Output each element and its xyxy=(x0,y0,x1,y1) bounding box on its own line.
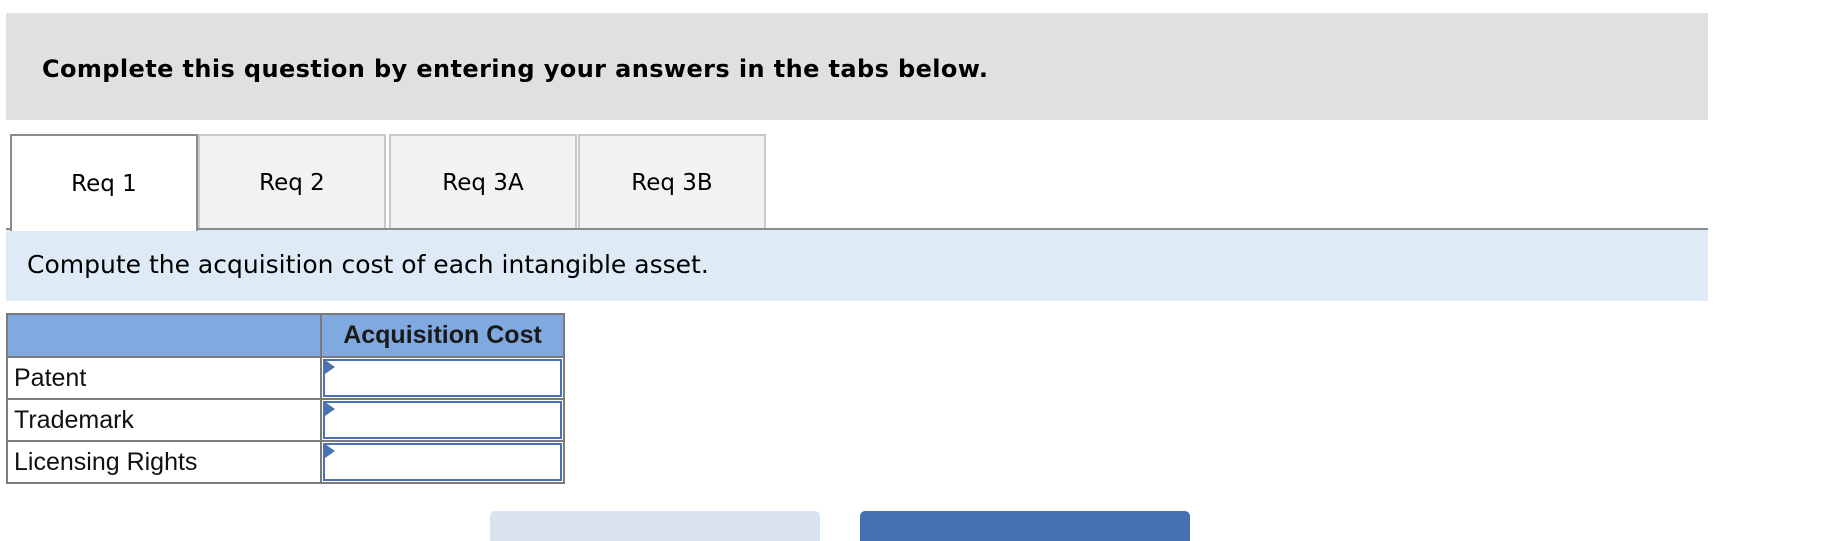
patent-cost-input[interactable] xyxy=(325,361,560,395)
column-header-acquisition-cost: Acquisition Cost xyxy=(320,313,565,358)
input-frame xyxy=(323,443,562,481)
requirement-prompt: Compute the acquisition cost of each int… xyxy=(27,250,709,279)
tab-req-3a[interactable]: Req 3A xyxy=(389,134,577,229)
input-marker-icon xyxy=(325,360,335,374)
column-header-item xyxy=(6,313,322,358)
row-label: Licensing Rights xyxy=(6,440,322,484)
table-row-trademark: Trademark xyxy=(6,398,565,442)
input-marker-icon xyxy=(325,402,335,416)
question-instruction: Complete this question by entering your … xyxy=(42,55,989,83)
input-frame xyxy=(323,401,562,439)
input-frame xyxy=(323,359,562,397)
requirement-prompt-bar: Compute the acquisition cost of each int… xyxy=(6,230,1708,301)
tab-label: Req 3A xyxy=(442,169,524,196)
row-label: Patent xyxy=(6,356,322,400)
acquisition-cost-cell xyxy=(320,440,565,484)
tab-label: Req 1 xyxy=(71,170,137,197)
tab-req-2[interactable]: Req 2 xyxy=(198,134,386,229)
row-label: Trademark xyxy=(6,398,322,442)
tab-req-3b[interactable]: Req 3B xyxy=(578,134,766,229)
question-header: Complete this question by entering your … xyxy=(6,13,1708,120)
licensing-rights-cost-input[interactable] xyxy=(325,445,560,479)
acquisition-cost-table: Acquisition Cost Patent Trademark Licens… xyxy=(6,313,565,484)
tab-label: Req 2 xyxy=(259,169,325,196)
previous-requirement-button[interactable] xyxy=(490,511,820,541)
next-requirement-button[interactable] xyxy=(860,511,1190,541)
input-marker-icon xyxy=(325,444,335,458)
table-row-patent: Patent xyxy=(6,356,565,400)
tab-label: Req 3B xyxy=(631,169,713,196)
table-header-row: Acquisition Cost xyxy=(6,313,565,358)
acquisition-cost-cell xyxy=(320,398,565,442)
tab-req-1[interactable]: Req 1 xyxy=(10,134,198,231)
acquisition-cost-cell xyxy=(320,356,565,400)
table-row-licensing-rights: Licensing Rights xyxy=(6,440,565,484)
trademark-cost-input[interactable] xyxy=(325,403,560,437)
